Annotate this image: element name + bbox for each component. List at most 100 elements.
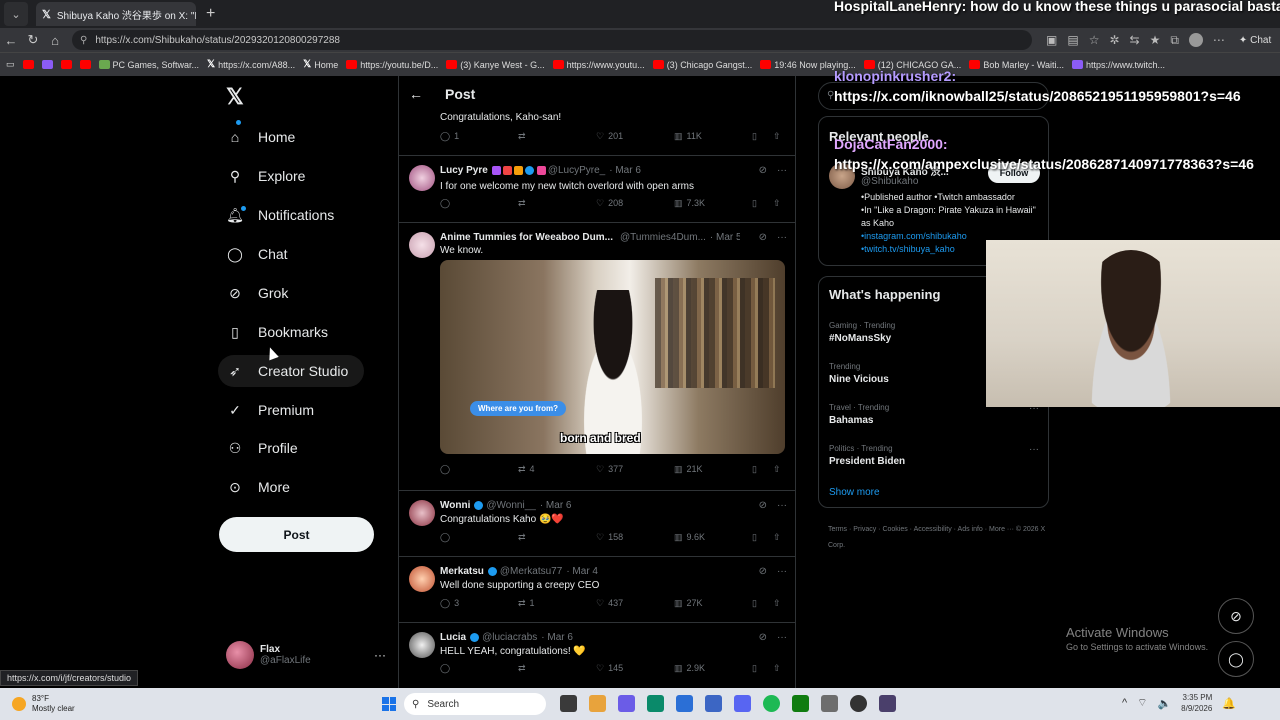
new-tab-button[interactable]: + xyxy=(206,5,215,23)
reload-icon[interactable]: ↻ xyxy=(22,32,44,48)
bookmark-icon[interactable]: ▯ xyxy=(752,532,757,543)
tweet-more-icon[interactable]: ··· xyxy=(777,632,787,643)
store-icon[interactable] xyxy=(676,695,693,712)
share-icon[interactable]: ⇧ xyxy=(773,464,781,475)
app-icon[interactable] xyxy=(879,695,896,712)
tweet-avatar[interactable] xyxy=(409,632,435,658)
reply-button[interactable]: ◯ xyxy=(440,663,454,674)
retweet-button[interactable]: ⇄ 1 xyxy=(518,598,535,609)
taskbar-search[interactable]: ⚲ Search xyxy=(404,693,546,715)
bookmark-item[interactable] xyxy=(41,60,53,69)
nav-item-home[interactable]: ⌂ Home xyxy=(218,121,296,153)
tweet-avatar[interactable] xyxy=(409,165,435,191)
notifications-bell-icon[interactable]: 🔔 xyxy=(1222,697,1236,710)
favorite-star-icon[interactable]: ☆ xyxy=(1089,33,1100,47)
x-logo-icon[interactable]: 𝕏 xyxy=(226,84,244,110)
bookmark-icon[interactable]: ▯ xyxy=(752,131,757,142)
reader-icon[interactable]: ▤ xyxy=(1067,33,1078,47)
reply-button[interactable]: ◯ 1 xyxy=(440,131,459,142)
edge-browser-icon[interactable] xyxy=(647,695,664,712)
spotify-icon[interactable] xyxy=(763,695,780,712)
site-info-icon[interactable]: ⚲ xyxy=(80,35,87,46)
home-browser-icon[interactable]: ⌂ xyxy=(44,33,66,48)
account-switcher[interactable]: Flax @aFlaxLife ··· xyxy=(226,638,386,672)
obs-icon[interactable] xyxy=(850,695,867,712)
retweet-button[interactable]: ⇄ xyxy=(518,131,530,142)
retweet-button[interactable]: ⇄ xyxy=(518,532,530,543)
grok-explain-icon[interactable]: ⊘ xyxy=(759,165,767,176)
grok-fab-icon[interactable]: ⊘ xyxy=(1218,598,1254,634)
tweet-author-handle[interactable]: @luciacrabs xyxy=(482,632,537,643)
extensions-icon[interactable]: ✲ xyxy=(1109,33,1119,47)
tweet-date[interactable]: · Mar 6 xyxy=(540,500,572,511)
xbox-icon[interactable] xyxy=(792,695,809,712)
views-button[interactable]: ▥ 27K xyxy=(674,598,703,609)
back-icon[interactable]: ← xyxy=(0,33,22,48)
views-button[interactable]: ▥ 11K xyxy=(674,131,702,142)
tweet-date[interactable]: · Mar 6 xyxy=(609,165,641,176)
nav-item-premium[interactable]: ✓ Premium xyxy=(218,394,314,426)
tweet-date[interactable]: · Mar 4 xyxy=(566,566,598,577)
collections-icon[interactable]: ⧉ xyxy=(1170,33,1179,48)
reply-button[interactable]: ◯ 3 xyxy=(440,598,459,609)
nav-item-creator-studio[interactable]: ➶ Creator Studio xyxy=(218,355,364,387)
trend-more-icon[interactable]: ··· xyxy=(1029,444,1039,455)
tweet-more-icon[interactable]: ··· xyxy=(777,566,787,577)
browser-tab-active[interactable]: 𝕏 Shibuya Kaho 渋谷果歩 on X: "I'm × xyxy=(36,2,196,26)
grok-explain-icon[interactable]: ⊘ xyxy=(759,500,767,511)
nav-item-notifications[interactable]: 🔔︎ Notifications xyxy=(218,199,334,231)
bookmark-item[interactable]: https://www.youtu... xyxy=(552,60,645,70)
like-button[interactable]: ♡ 208 xyxy=(596,198,623,209)
like-button[interactable]: ♡ 201 xyxy=(596,131,623,142)
grok-explain-icon[interactable]: ⊘ xyxy=(759,632,767,643)
grok-explain-icon[interactable]: ⊘ xyxy=(759,232,767,243)
views-button[interactable]: ▥ 2.9K xyxy=(674,663,705,674)
file-explorer-icon[interactable] xyxy=(589,695,606,712)
bookmark-item[interactable]: PC Games, Softwar... xyxy=(98,60,199,70)
nav-item-profile[interactable]: ⚇ Profile xyxy=(218,432,298,464)
copilot-taskbar-icon[interactable] xyxy=(618,695,635,712)
like-button[interactable]: ♡ 158 xyxy=(596,532,623,543)
views-button[interactable]: ▥ 21K xyxy=(674,464,703,475)
task-view-icon[interactable] xyxy=(560,695,577,712)
bookmark-item[interactable]: (3) Kanye West - G... xyxy=(446,60,545,70)
bookmark-item[interactable]: (3) Chicago Gangst... xyxy=(652,60,752,70)
split-screen-icon[interactable]: ▣ xyxy=(1046,33,1057,47)
share-icon[interactable]: ⇧ xyxy=(773,663,781,674)
tab-list-dropdown[interactable]: ⌄ xyxy=(4,2,28,26)
tweet-avatar[interactable] xyxy=(409,500,435,526)
like-button[interactable]: ♡ 377 xyxy=(596,464,623,475)
profile-avatar[interactable] xyxy=(1188,33,1203,47)
share-icon[interactable]: ⇧ xyxy=(773,198,781,209)
tweet-author-name[interactable]: Merkatsu xyxy=(440,566,484,577)
bookmark-icon[interactable]: ▯ xyxy=(752,464,757,475)
url-field[interactable]: ⚲ https://x.com/Shibukaho/status/2029320… xyxy=(72,30,1032,50)
bookmark-icon[interactable]: ▯ xyxy=(752,598,757,609)
nav-item-explore[interactable]: ⚲ Explore xyxy=(218,160,306,192)
nav-item-bookmarks[interactable]: ▯ Bookmarks xyxy=(218,316,328,348)
bookmark-item[interactable] xyxy=(60,60,72,69)
footer-links[interactable]: Terms · Privacy · Cookies · Accessibilit… xyxy=(828,522,1048,554)
messages-fab-icon[interactable]: ◯ xyxy=(1218,641,1254,677)
bookmark-item[interactable] xyxy=(22,60,34,69)
post-button[interactable]: Post xyxy=(219,517,374,552)
tweet-author-handle[interactable]: @Wonni__ xyxy=(486,500,535,511)
tweet-avatar[interactable] xyxy=(409,566,435,592)
account-more-icon[interactable]: ··· xyxy=(374,648,386,662)
nav-item-grok[interactable]: ⊘ Grok xyxy=(218,277,288,309)
bookmark-item[interactable]: 𝕏https://x.com/A88... xyxy=(207,59,295,70)
bookmarks-menu-icon[interactable]: ▭ xyxy=(6,59,15,70)
retweet-button[interactable]: ⇄ xyxy=(518,663,530,674)
tweet-date[interactable]: · Mar 6 xyxy=(541,632,573,643)
tweet-date[interactable]: · Mar 5 xyxy=(710,232,740,243)
tweet-more-icon[interactable]: ··· xyxy=(777,500,787,511)
tweet-author-name[interactable]: Wonni xyxy=(440,500,470,511)
discord-icon[interactable] xyxy=(734,695,751,712)
weather-widget[interactable]: 83°F Mostly clear xyxy=(12,694,75,714)
bookmark-icon[interactable]: ▯ xyxy=(752,663,757,674)
nav-item-more[interactable]: ⊙ More xyxy=(218,471,290,503)
copilot-chat-button[interactable]: ✦ Chat xyxy=(1239,35,1271,46)
browser-menu-icon[interactable]: ⋯ xyxy=(1213,33,1225,47)
bookmark-icon[interactable]: ▯ xyxy=(752,198,757,209)
share-icon[interactable]: ⇧ xyxy=(773,131,781,142)
